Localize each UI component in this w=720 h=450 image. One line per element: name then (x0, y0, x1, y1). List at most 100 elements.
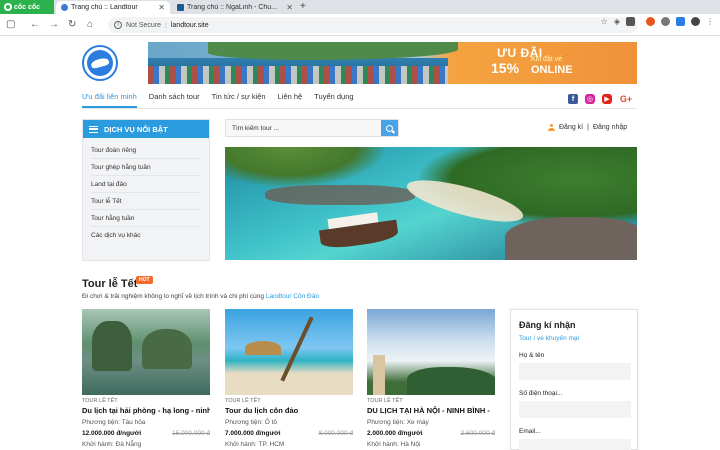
sidebar-item-land-island[interactable]: Land tại đảo (91, 176, 201, 193)
subscribe-subtitle[interactable]: Tour / vé khuyến mại (519, 335, 629, 342)
tour-price: 12.000.000 đ/người (82, 430, 142, 437)
search-input[interactable] (226, 120, 376, 136)
tour-category: TOUR LỄ TẾT (367, 398, 403, 404)
brand-link[interactable]: Landtour Côn Đảo (266, 293, 319, 300)
nav-item-tour-list[interactable]: Danh sách tour (149, 92, 200, 108)
menu-dots-icon[interactable]: ⋮ (706, 17, 714, 26)
tour-thumbnail[interactable] (82, 309, 210, 395)
sidebar-header[interactable]: DỊCH VỤ NỔI BẬT (83, 120, 209, 138)
brand-label: cốc cốc (14, 3, 41, 11)
nav-divider (82, 108, 637, 109)
nav-item-alliance-deals[interactable]: Ưu đãi liên minh (82, 92, 137, 108)
tab-ngalinh[interactable]: Trang chủ :: NgaLinh - Chu... ✕ (172, 1, 298, 14)
tour-transport: Phương tiện: Ô tô (225, 419, 277, 426)
favicon-icon (61, 4, 68, 11)
omnibox-actions: ☆ ◈ (601, 17, 635, 26)
tour-old-price: 2.600.000 đ (460, 430, 495, 437)
profile-icon[interactable] (691, 17, 700, 26)
tab-title: Trang chủ :: NgaLinh - Chu... (187, 4, 278, 11)
sidebar-item-tet-tour[interactable]: Tour lễ Tết (91, 193, 201, 210)
hamburger-icon (89, 125, 98, 133)
promo-online: ONLINE (531, 64, 573, 76)
sidebar-toggle-icon[interactable]: ▢ (6, 19, 15, 31)
tour-card[interactable]: TOUR LỄ TẾT Tour du lịch côn đảo Phương … (225, 309, 353, 450)
sidebar-title: DỊCH VỤ NỔI BẬT (104, 124, 168, 134)
hot-badge: HOT (136, 276, 153, 284)
forward-arrow-icon[interactable]: → (49, 19, 59, 31)
auth-divider: | (587, 124, 589, 131)
section-subtitle-text: Đi chơi & trải nghiệm không lo nghĩ về l… (82, 293, 265, 300)
home-icon[interactable]: ⌂ (87, 19, 93, 31)
tab-landtour[interactable]: Trang chủ :: Landtour ✕ (56, 1, 170, 14)
auth-links: Đăng kí | Đăng nhập (548, 124, 627, 131)
hero-rocks-left (265, 185, 415, 205)
tour-card[interactable]: TOUR LỄ TẾT Du lịch tại hải phòng - hạ l… (82, 309, 210, 450)
login-link[interactable]: Đăng nhập (593, 124, 627, 131)
phone-field[interactable] (519, 401, 631, 418)
new-tab-button[interactable]: + (300, 1, 306, 12)
instagram-icon[interactable]: ◎ (585, 94, 595, 104)
google-plus-icon[interactable]: G+ (619, 94, 633, 104)
address-bar[interactable]: i Not Secure | landtour.site (108, 17, 638, 33)
name-field[interactable] (519, 363, 631, 380)
star-icon[interactable]: ☆ (601, 17, 608, 26)
tour-prices: 7.000.000 đ/người 8.000.000 đ (225, 430, 353, 437)
nav-item-careers[interactable]: Tuyển dụng (314, 92, 353, 108)
coccoc-logo-icon (4, 3, 12, 11)
nav-item-news[interactable]: Tin tức / sự kiện (212, 92, 266, 108)
promo-banner[interactable]: ƯU ĐÃI 15% Khi đặt vé ONLINE (148, 42, 637, 84)
browser-tab-bar: cốc cốc Trang chủ :: Landtour ✕ Trang ch… (0, 0, 720, 14)
info-icon[interactable]: i (114, 21, 122, 29)
dolphin-icon (87, 50, 113, 76)
url-text[interactable]: landtour.site (171, 22, 209, 29)
tour-thumbnail[interactable] (225, 309, 353, 395)
subscribe-form: Đăng kí nhận Tour / vé khuyến mại Họ & t… (510, 309, 638, 450)
sidebar-list: Tour đoàn riêng Tour ghép hằng tuần Land… (83, 138, 209, 247)
tour-card[interactable]: TOUR LỄ TẾT DU LỊCH TẠI HÀ NỘI - NINH BÌ… (367, 309, 495, 450)
search-button[interactable] (381, 120, 398, 136)
security-label: Not Secure (126, 21, 162, 29)
register-link[interactable]: Đăng kí (559, 124, 583, 131)
sidebar-item-weekly-join[interactable]: Tour ghép hằng tuần (91, 159, 201, 176)
reload-icon[interactable]: ↻ (68, 19, 76, 31)
sidebar-item-weekly-tour[interactable]: Tour hằng tuần (91, 210, 201, 227)
tour-name[interactable]: Tour du lịch côn đảo (225, 406, 353, 415)
featured-services-panel: DỊCH VỤ NỔI BẬT Tour đoàn riêng Tour ghé… (82, 119, 210, 261)
translate-icon[interactable] (676, 17, 685, 26)
section-title: Tour lễ Tết (82, 278, 138, 290)
tour-search (225, 119, 399, 137)
tour-name[interactable]: Du lịch tại hải phòng - hạ long - ninh (82, 406, 210, 415)
banner-promo-text: ƯU ĐÃI 15% Khi đặt vé ONLINE (473, 44, 633, 82)
phone-label: Số điện thoại... (519, 390, 563, 397)
tour-old-price: 8.000.000 đ (318, 430, 353, 437)
section-subtitle: Đi chơi & trải nghiệm không lo nghĩ về l… (82, 293, 319, 300)
extension-icon[interactable] (646, 17, 655, 26)
tour-prices: 2.000.000 đ/người 2.600.000 đ (367, 430, 495, 437)
nav-item-contact[interactable]: Liên hệ (278, 92, 303, 108)
address-divider: | (165, 21, 167, 29)
tour-thumbnail[interactable] (367, 309, 495, 395)
close-tab-icon[interactable]: ✕ (286, 3, 293, 12)
hero-rocks-right (505, 217, 637, 260)
shield-icon[interactable]: ◈ (614, 17, 620, 26)
site-logo[interactable] (82, 45, 118, 81)
sidebar-item-other-services[interactable]: Các dịch vụ khác (91, 227, 201, 243)
facebook-icon[interactable]: f (568, 94, 578, 104)
extension-bar: ⋮ (646, 17, 714, 26)
download-icon[interactable] (626, 17, 635, 26)
sidebar-item-private-group[interactable]: Tour đoàn riêng (91, 142, 201, 159)
email-field[interactable] (519, 439, 631, 450)
tour-departure: Khởi hành: TP. HCM (225, 441, 285, 448)
back-arrow-icon[interactable]: ← (30, 19, 40, 31)
promo-percent: 15% (491, 60, 520, 76)
favicon-icon (177, 4, 184, 11)
promo-subtext: Khi đặt vé (531, 56, 563, 63)
settings-icon[interactable] (661, 17, 670, 26)
name-label: Họ & tên (519, 352, 545, 359)
youtube-icon[interactable]: ▶ (602, 94, 612, 104)
coccoc-menu-button[interactable]: cốc cốc (0, 0, 54, 14)
banner-harbor-image (148, 66, 448, 84)
hero-image[interactable] (225, 147, 637, 260)
tour-name[interactable]: DU LỊCH TẠI HÀ NỘI - NINH BÌNH - (367, 406, 495, 415)
close-tab-icon[interactable]: ✕ (158, 3, 165, 12)
